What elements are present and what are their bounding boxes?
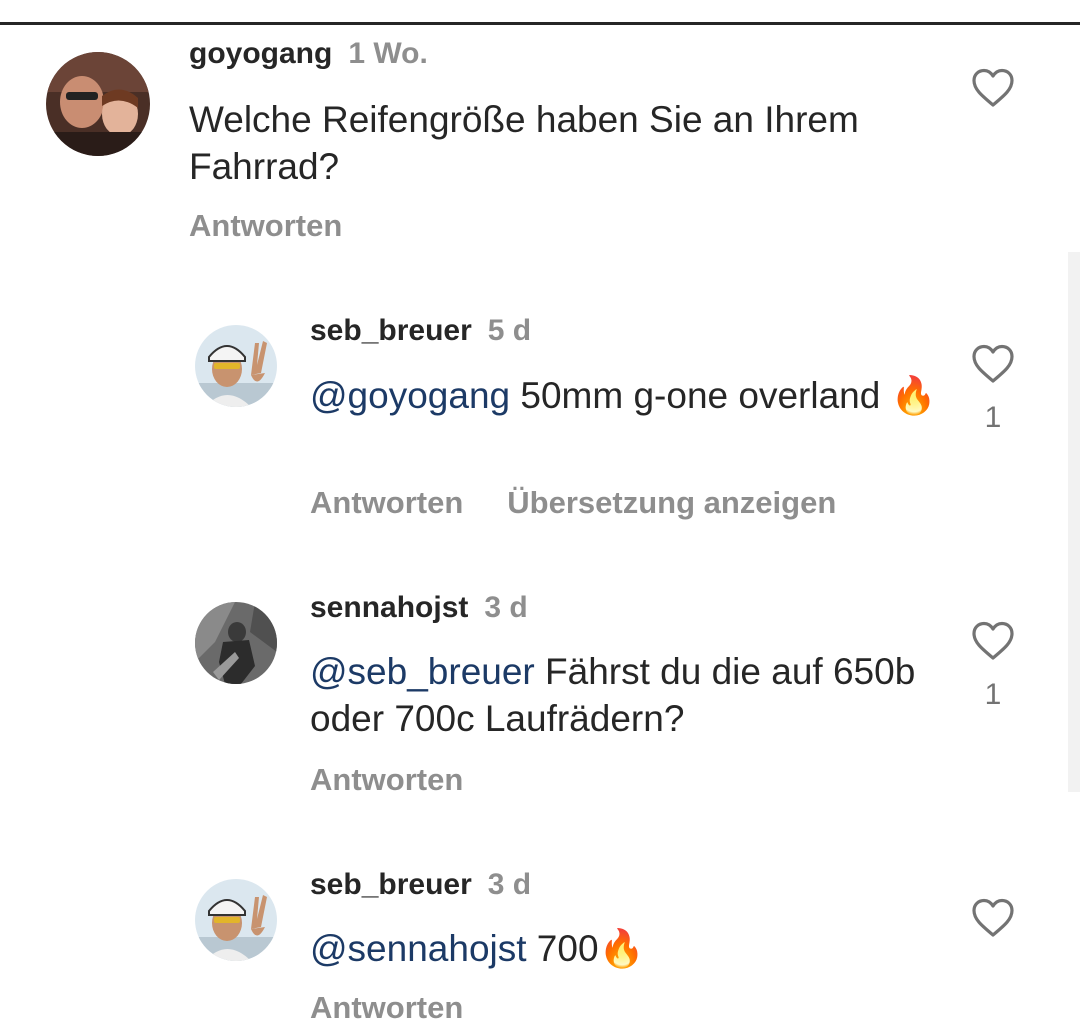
avatar-seb-breuer[interactable] <box>195 325 277 407</box>
username[interactable]: sennahojst <box>310 591 468 624</box>
comment-body: Welche Reifengröße haben Sie an Ihrem Fa… <box>189 99 859 187</box>
comment-meta: seb_breuer 5 d <box>310 313 531 354</box>
like-button[interactable] <box>969 617 1017 665</box>
comment-actions: Antworten <box>310 990 507 1026</box>
reply-button[interactable]: Antworten <box>310 990 463 1025</box>
comment-meta: seb_breuer 3 d <box>310 867 531 908</box>
comment-meta: goyogang 1 Wo. <box>189 36 428 77</box>
comment-text: @seb_breuer Fährst du die auf 650b oder … <box>310 648 930 742</box>
comment-body: 50mm g-one overland 🔥 <box>510 375 937 416</box>
timestamp: 3 d <box>484 591 528 624</box>
heart-outline-icon <box>972 344 1014 383</box>
timestamp: 3 d <box>487 868 532 901</box>
comment-body: 700🔥 <box>526 928 645 969</box>
comment-text: @sennahojst 700🔥 <box>310 925 930 972</box>
translate-button[interactable]: Übersetzung anzeigen <box>507 485 836 520</box>
timestamp: 5 d <box>487 314 532 347</box>
username[interactable]: seb_breuer <box>310 314 472 347</box>
timestamp: 1 Wo. <box>348 37 428 70</box>
scrollbar-track[interactable] <box>1068 252 1080 792</box>
avatar-seb-breuer[interactable] <box>195 879 277 961</box>
avatar-sennahojst[interactable] <box>195 602 277 684</box>
like-button[interactable] <box>969 340 1017 388</box>
heart-outline-icon <box>972 68 1014 107</box>
mention-link[interactable]: @sennahojst <box>310 928 527 969</box>
comment-actions: Antworten <box>310 762 507 798</box>
heart-outline-icon <box>972 621 1014 660</box>
top-divider <box>0 22 1080 25</box>
reply-button[interactable]: Antworten <box>189 208 342 243</box>
like-count: 1 <box>984 678 1002 711</box>
mention-link[interactable]: @goyogang <box>310 375 510 416</box>
like-count: 1 <box>984 401 1002 434</box>
heart-outline-icon <box>972 898 1014 937</box>
username[interactable]: seb_breuer <box>310 868 472 901</box>
comment-actions: Antworten <box>189 208 386 244</box>
comment-actions: Antworten Übersetzung anzeigen <box>310 485 880 521</box>
reply-button[interactable]: Antworten <box>310 762 463 797</box>
username[interactable]: goyogang <box>189 37 332 70</box>
like-button[interactable] <box>969 64 1017 112</box>
comment-meta: sennahojst 3 d <box>310 590 528 631</box>
reply-button[interactable]: Antworten <box>310 485 463 520</box>
comment-text: Welche Reifengröße haben Sie an Ihrem Fa… <box>189 96 929 190</box>
mention-link[interactable]: @seb_breuer <box>310 651 535 692</box>
like-button[interactable] <box>969 894 1017 942</box>
avatar-goyogang[interactable] <box>46 52 150 156</box>
comment-text: @goyogang 50mm g-one overland 🔥 <box>310 372 940 419</box>
